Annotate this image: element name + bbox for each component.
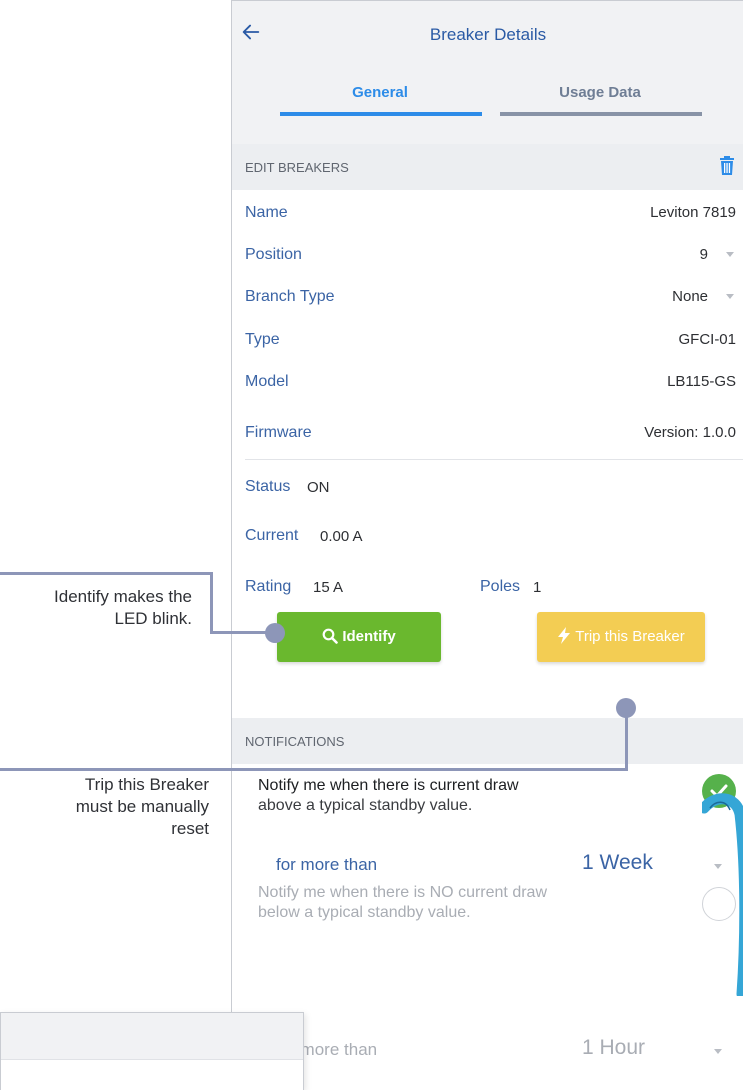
type-value: GFCI-01 bbox=[678, 331, 736, 348]
trip-callout-dot bbox=[616, 698, 636, 718]
name-row[interactable]: Name Leviton 7819 bbox=[232, 193, 743, 233]
position-label: Position bbox=[245, 246, 302, 263]
top-app-bar: Breaker Details bbox=[232, 0, 743, 69]
section-label: NOTIFICATIONS bbox=[245, 734, 345, 749]
tab-bar: General Usage Data bbox=[232, 68, 743, 144]
type-row: Type GFCI-01 bbox=[232, 320, 743, 360]
section-label: EDIT BREAKERS bbox=[245, 160, 349, 175]
trip-callout-line-3: reset bbox=[171, 819, 209, 838]
rating-value: 15 A bbox=[313, 579, 344, 596]
chevron-down-icon[interactable] bbox=[726, 294, 734, 299]
notification-1-duration[interactable]: 1 Week bbox=[582, 851, 653, 875]
overlay-card bbox=[0, 1012, 304, 1090]
identify-button[interactable]: Identify bbox=[277, 612, 441, 662]
position-row[interactable]: Position 9 bbox=[232, 235, 743, 275]
notification-1-title: Notify me when there is current draw bbox=[258, 777, 519, 794]
current-value: 0.00 A bbox=[320, 528, 363, 545]
trip-callout-text: Trip this Breaker must be manually reset bbox=[0, 774, 209, 840]
search-icon bbox=[322, 628, 339, 644]
poles-value: 1 bbox=[533, 579, 542, 596]
tab-usage-data-indicator bbox=[500, 112, 702, 116]
name-label: Name bbox=[245, 204, 288, 221]
current-label: Current bbox=[245, 527, 299, 544]
trash-icon[interactable] bbox=[718, 156, 736, 176]
page-title: Breaker Details bbox=[429, 25, 547, 44]
trip-connector-horizontal bbox=[0, 768, 628, 771]
chevron-down-icon[interactable] bbox=[714, 1049, 722, 1054]
notification-2-duration[interactable]: 1 Hour bbox=[582, 1036, 645, 1060]
edit-breakers-header: EDIT BREAKERS bbox=[232, 144, 743, 190]
firmware-label: Firmware bbox=[245, 424, 312, 441]
branch-type-row[interactable]: Branch Type None bbox=[232, 277, 743, 317]
branch-type-label: Branch Type bbox=[245, 288, 335, 305]
identify-callout-line-2: LED blink. bbox=[114, 609, 192, 628]
name-value: Leviton 7819 bbox=[650, 204, 736, 221]
identify-connector-bottom bbox=[210, 631, 270, 634]
firmware-row: Firmware Version: 1.0.0 bbox=[232, 413, 743, 453]
trip-label: Trip this Breaker bbox=[575, 628, 685, 645]
identify-callout-line-1: Identify makes the bbox=[54, 587, 192, 606]
notification-2-title: Notify me when there is NO current draw bbox=[258, 884, 547, 901]
breaker-details-screen: Breaker Details General Usage Data EDIT … bbox=[231, 0, 743, 1088]
overlay-card-body bbox=[1, 1059, 303, 1090]
status-value: ON bbox=[307, 479, 330, 496]
type-label: Type bbox=[245, 331, 280, 348]
identify-callout-text: Identify makes the LED blink. bbox=[0, 586, 192, 630]
trip-breaker-button[interactable]: Trip this Breaker bbox=[537, 612, 705, 662]
notification-1-for-label[interactable]: for more than bbox=[276, 855, 377, 875]
rating-label: Rating bbox=[245, 578, 292, 595]
position-value: 9 bbox=[699, 246, 708, 263]
tab-general[interactable]: General bbox=[280, 84, 480, 101]
identify-connector-top bbox=[0, 572, 213, 575]
notification-1-subtitle: above a typical standby value. bbox=[258, 797, 473, 814]
lightning-icon bbox=[558, 627, 571, 644]
firmware-value: Version: 1.0.0 bbox=[644, 424, 736, 441]
notifications-header: NOTIFICATIONS bbox=[232, 718, 743, 764]
branch-type-value: None bbox=[672, 288, 708, 305]
identify-callout-dot bbox=[265, 623, 285, 643]
poles-label: Poles bbox=[480, 578, 521, 595]
status-label: Status bbox=[245, 478, 291, 495]
chevron-down-icon[interactable] bbox=[726, 252, 734, 257]
scroll-thumb[interactable] bbox=[702, 786, 743, 996]
tab-usage-data[interactable]: Usage Data bbox=[500, 84, 700, 101]
trip-callout-line-2: must be manually bbox=[75, 797, 209, 816]
model-row: Model LB115-GS bbox=[232, 362, 743, 402]
model-value: LB115-GS bbox=[667, 373, 736, 390]
divider bbox=[245, 459, 743, 460]
model-label: Model bbox=[245, 373, 289, 390]
notification-2-subtitle: below a typical standby value. bbox=[258, 904, 471, 921]
identify-label: Identify bbox=[342, 628, 396, 645]
identify-connector-vertical bbox=[210, 572, 213, 634]
trip-callout-line-1: Trip this Breaker bbox=[84, 775, 209, 794]
tab-general-indicator bbox=[280, 112, 482, 116]
